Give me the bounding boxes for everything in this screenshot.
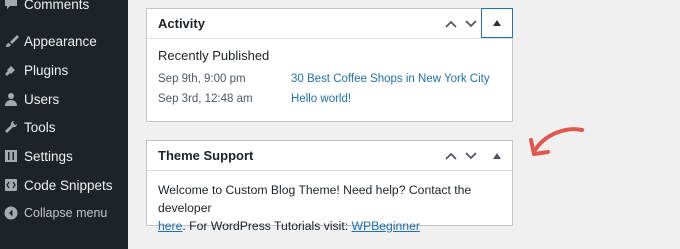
chevron-up-icon <box>445 152 457 160</box>
recently-published-heading: Recently Published <box>158 48 270 63</box>
collapse-icon <box>3 205 19 221</box>
sliders-icon <box>3 148 19 164</box>
sidebar-item-comments[interactable]: Comments <box>0 0 128 17</box>
list-item: Sep 9th, 9:00 pm 30 Best Coffee Shops in… <box>158 73 501 85</box>
theme-support-title: Theme Support <box>158 148 254 163</box>
move-up-button[interactable] <box>440 141 462 171</box>
sidebar-item-label: Appearance <box>24 33 97 49</box>
admin-sidebar: Comments Appearance Plugins Users Tools … <box>0 0 128 249</box>
annotation-arrow-icon <box>529 127 584 156</box>
user-icon <box>3 91 19 107</box>
theme-support-text: Welcome to Custom Blog Theme! Need help?… <box>158 181 501 235</box>
sidebar-item-label: Code Snippets <box>24 177 113 193</box>
theme-support-header: Theme Support <box>147 141 512 171</box>
move-down-button[interactable] <box>460 141 482 171</box>
list-item: Sep 3rd, 12:48 am Hello world! <box>158 93 501 105</box>
theme-support-body: Welcome to Custom Blog Theme! Need help?… <box>147 181 512 235</box>
sidebar-item-code-snippets[interactable]: Code Snippets <box>0 172 128 198</box>
collapse-menu-label: Collapse menu <box>24 206 108 220</box>
wpbeginner-link[interactable]: WPBeginner <box>352 219 420 233</box>
comment-icon <box>3 0 19 12</box>
sidebar-item-users[interactable]: Users <box>0 86 128 112</box>
sidebar-item-settings[interactable]: Settings <box>0 143 128 169</box>
sidebar-item-appearance[interactable]: Appearance <box>0 28 128 54</box>
sidebar-item-tools[interactable]: Tools <box>0 114 128 140</box>
wrench-icon <box>3 119 19 135</box>
tutorials-text: . For WordPress Tutorials visit: <box>182 219 352 233</box>
sidebar-item-plugins[interactable]: Plugins <box>0 57 128 83</box>
support-message: Welcome to Custom Blog Theme! Need help?… <box>158 183 472 215</box>
post-link[interactable]: 30 Best Coffee Shops in New York City <box>291 73 490 85</box>
activity-header: Activity <box>147 8 513 39</box>
sidebar-item-label: Settings <box>24 148 73 164</box>
post-date: Sep 9th, 9:00 pm <box>158 73 246 85</box>
sidebar-item-label: Users <box>24 91 60 107</box>
post-date: Sep 3rd, 12:48 am <box>158 93 253 105</box>
post-link[interactable]: Hello world! <box>291 93 351 105</box>
move-down-button[interactable] <box>460 9 482 39</box>
code-icon <box>3 177 19 193</box>
chevron-down-icon <box>465 152 477 160</box>
chevron-down-icon <box>465 20 477 28</box>
activity-body: Recently Published Sep 9th, 9:00 pm 30 B… <box>147 48 512 105</box>
activity-title: Activity <box>158 16 205 31</box>
sidebar-item-label: Tools <box>24 119 56 135</box>
activity-widget: Activity Recently Published Sep 9th, 9:0… <box>146 8 513 122</box>
caret-up-icon <box>493 20 501 26</box>
toggle-panel-button[interactable] <box>486 141 508 171</box>
developer-contact-link[interactable]: here <box>158 219 182 233</box>
move-up-button[interactable] <box>440 9 462 39</box>
sidebar-item-label: Plugins <box>24 62 69 78</box>
sidebar-item-label: Comments <box>24 0 90 12</box>
theme-support-widget: Theme Support Welcome to Custom Blog The… <box>146 140 513 233</box>
toggle-panel-button[interactable] <box>481 8 513 38</box>
collapse-menu-button[interactable]: Collapse menu <box>0 200 128 226</box>
caret-up-icon <box>493 153 501 159</box>
chevron-up-icon <box>445 20 457 28</box>
paintbrush-icon <box>3 33 19 49</box>
plugin-icon <box>3 62 19 78</box>
